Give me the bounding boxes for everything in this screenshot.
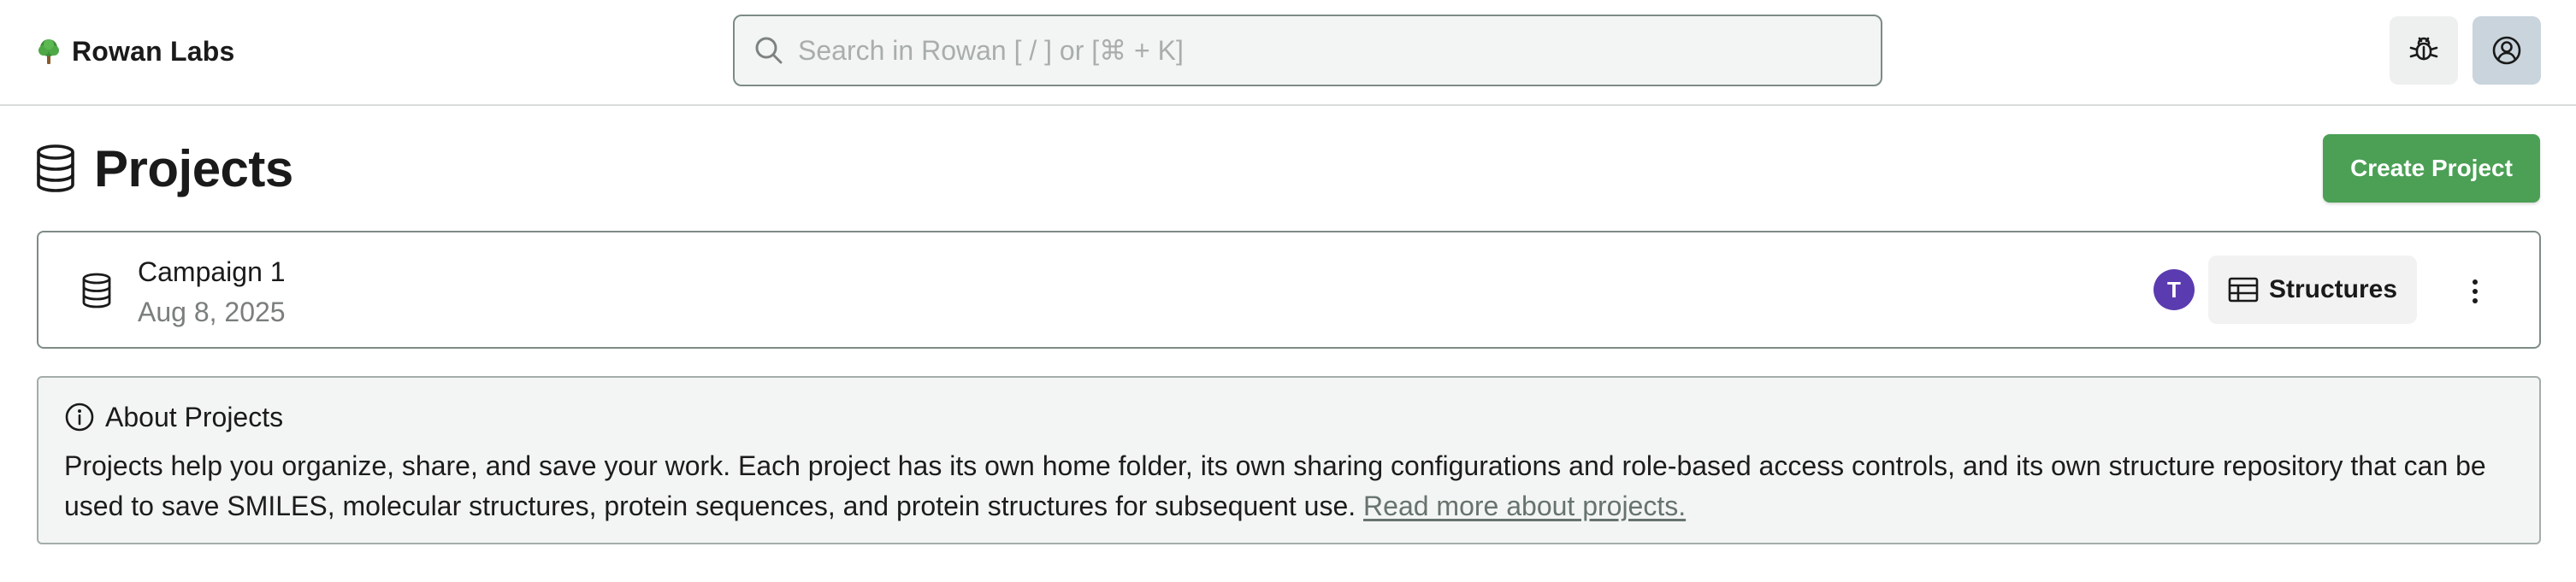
about-header: About Projects (64, 400, 283, 434)
structures-button[interactable]: Structures (2208, 256, 2417, 324)
account-button[interactable] (2473, 16, 2541, 85)
database-icon (82, 273, 111, 309)
info-icon (65, 403, 94, 432)
search-input[interactable] (784, 16, 1881, 85)
bug-icon (2409, 37, 2438, 61)
about-body-text: Projects help you organize, share, and s… (64, 450, 2486, 521)
page-title: Projects (94, 139, 293, 197)
search-box[interactable] (733, 15, 1882, 86)
top-bar: Rowan Labs (0, 0, 2576, 106)
kebab-icon (2473, 279, 2478, 303)
about-title: About Projects (105, 401, 284, 432)
structures-label: Structures (2268, 275, 2398, 303)
read-more-link[interactable]: Read more about projects. (1363, 491, 1686, 521)
create-project-button[interactable]: Create Project (2323, 134, 2540, 203)
brand[interactable]: Rowan Labs (34, 32, 234, 70)
tree-icon (38, 39, 59, 64)
owner-avatar: T (2154, 269, 2195, 310)
bug-report-button[interactable] (2390, 16, 2458, 85)
project-date: Aug 8, 2025 (138, 297, 286, 327)
project-name[interactable]: Campaign 1 (138, 256, 286, 288)
about-text: Projects help you organize, share, and s… (64, 446, 2519, 526)
project-menu-button[interactable] (2452, 268, 2498, 315)
table-icon (2228, 277, 2259, 303)
project-card[interactable]: Campaign 1 Aug 8, 2025 T Structures (37, 231, 2541, 349)
user-circle-icon (2492, 36, 2521, 65)
search-icon (755, 37, 783, 64)
about-projects-panel: About Projects Projects help you organiz… (37, 376, 2541, 544)
page-header: Projects (34, 137, 293, 200)
brand-name: Rowan Labs (72, 35, 235, 67)
database-icon (37, 144, 74, 192)
